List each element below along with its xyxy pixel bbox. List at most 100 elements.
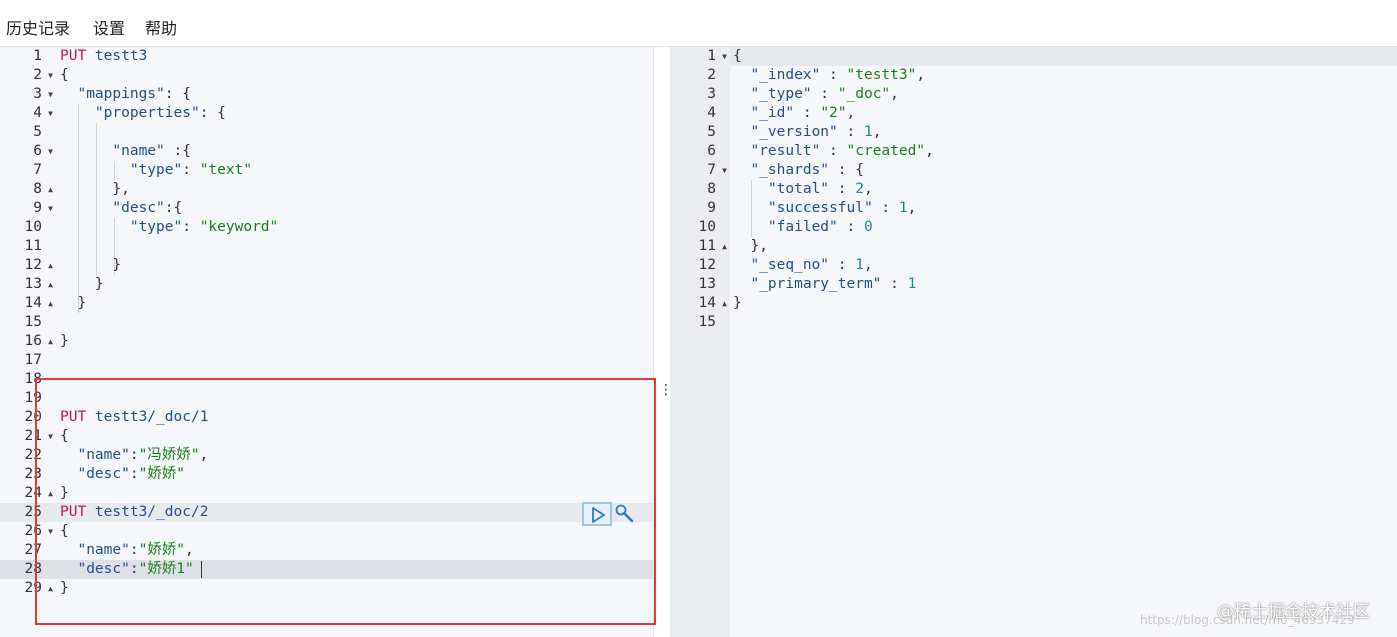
code-token: }, [60, 181, 130, 197]
code-token: : { [829, 162, 864, 178]
request-code-line[interactable]: "mappings": { [60, 85, 191, 104]
fold-up-icon[interactable]: ▲ [48, 332, 53, 351]
panel-divider[interactable]: ⋮ [653, 47, 673, 637]
request-code-line[interactable]: "desc":"娇娇" [60, 465, 185, 484]
request-line-number: 16 ▲ [0, 332, 56, 351]
request-code-line[interactable]: { [60, 66, 69, 85]
fold-down-icon[interactable]: ▼ [48, 66, 53, 85]
response-code[interactable]: { "_index" : "testt3", "_type" : "_doc",… [733, 47, 1397, 637]
response-code-line[interactable]: "result" : "created", [733, 142, 933, 161]
request-code[interactable]: PUT testt3{ "mappings": { "properties": … [60, 47, 653, 637]
line-number-text: 2 [33, 67, 42, 83]
request-line-number: 5 [0, 123, 56, 142]
menu-settings[interactable]: 设置 [93, 15, 125, 39]
request-code-line[interactable]: "name" :{ [60, 142, 191, 161]
code-token: 1 [907, 276, 917, 292]
response-code-line[interactable]: "_id" : "2", [733, 104, 855, 123]
code-token: , [890, 86, 899, 102]
response-code-line[interactable]: "_index" : "testt3", [733, 66, 925, 85]
request-code-line[interactable]: "type": "text" [60, 161, 252, 180]
response-line-number: 11 ▲ [670, 237, 730, 256]
run-request-button[interactable] [582, 502, 612, 526]
response-editor[interactable]: 1 ▼ 2 3 4 5 6 7 ▼ 8 9 10 11 ▲ 12 13 14 ▲ 15 { "_index" : "… [670, 47, 1397, 637]
request-code-line[interactable]: }, [60, 180, 130, 199]
request-line-number: 15 [0, 313, 56, 332]
line-number-text: 29 [24, 580, 42, 596]
code-token: : [129, 542, 139, 558]
request-code-line[interactable]: } [60, 275, 104, 294]
request-code-line[interactable]: } [60, 256, 121, 275]
response-code-line[interactable]: "total" : 2, [733, 180, 873, 199]
code-token: }, [733, 238, 768, 254]
line-number-text: 15 [24, 314, 42, 330]
request-code-line[interactable]: PUT testt3/_doc/1 [60, 408, 208, 427]
wrench-icon[interactable] [614, 503, 636, 525]
fold-down-icon[interactable]: ▼ [48, 522, 53, 541]
fold-up-icon[interactable]: ▲ [48, 275, 53, 294]
code-token: "_id" [733, 105, 795, 121]
fold-down-icon[interactable]: ▼ [722, 161, 727, 180]
line-number-text: 12 [24, 257, 42, 273]
response-code-line[interactable]: "_primary_term" : 1 [733, 275, 916, 294]
response-line-number: 14 ▲ [670, 294, 730, 313]
request-code-line[interactable]: PUT testt3/_doc/2 [60, 503, 208, 522]
code-token: 1 [898, 200, 908, 216]
fold-up-icon[interactable]: ▲ [48, 294, 53, 313]
line-number-text: 10 [698, 219, 716, 235]
response-code-line[interactable]: }, [733, 237, 768, 256]
request-code-line[interactable]: "type": "keyword" [60, 218, 278, 237]
fold-down-icon[interactable]: ▼ [48, 85, 53, 104]
request-code-line[interactable]: "name":"娇娇", [60, 541, 193, 560]
response-code-line[interactable]: "_seq_no" : 1, [733, 256, 872, 275]
menu-help[interactable]: 帮助 [145, 15, 177, 39]
request-line-number: 8 ▲ [0, 180, 56, 199]
response-code-line[interactable]: "successful" : 1, [733, 199, 916, 218]
fold-down-icon[interactable]: ▼ [722, 47, 727, 66]
fold-down-icon[interactable]: ▼ [48, 142, 53, 161]
request-code-line[interactable]: } [60, 579, 69, 598]
request-code-line[interactable]: "desc":{ [60, 199, 182, 218]
request-code-line[interactable]: { [60, 522, 69, 541]
line-number-text: 17 [24, 352, 42, 368]
response-code-line[interactable]: "_type" : "_doc", [733, 85, 899, 104]
request-code-line[interactable]: "desc":"娇娇1" [60, 560, 193, 579]
line-number-text: 6 [33, 143, 42, 159]
request-code-line[interactable]: } [60, 332, 69, 351]
fold-up-icon[interactable]: ▲ [48, 180, 53, 199]
request-code-line[interactable]: PUT testt3 [60, 47, 147, 66]
fold-down-icon[interactable]: ▼ [48, 104, 53, 123]
fold-down-icon[interactable]: ▼ [48, 427, 53, 446]
response-code-line[interactable]: "_version" : 1, [733, 123, 881, 142]
code-token: , [846, 105, 856, 121]
fold-down-icon[interactable]: ▼ [48, 199, 53, 218]
response-code-line[interactable]: { [733, 47, 742, 66]
code-token: "total" [733, 181, 830, 197]
fold-up-icon[interactable]: ▲ [722, 237, 727, 256]
request-editor[interactable]: 1 2 ▼ 3 ▼ 4 ▼ 5 6 ▼ 7 8 ▲ 9 ▼ 10 11 12 ▲ 13 ▲ 14 ▲ 15 16 ▲ 17 18 19 2… [0, 47, 653, 637]
response-code-line[interactable]: } [733, 294, 742, 313]
code-token: , [863, 181, 873, 197]
request-line-number: 13 ▲ [0, 275, 56, 294]
request-line-number: 21 ▼ [0, 427, 56, 446]
request-code-line[interactable]: "name":"冯娇娇", [60, 446, 208, 465]
menu-history[interactable]: 历史记录 [6, 15, 70, 39]
response-line-number: 15 [670, 313, 730, 332]
request-code-line[interactable]: "properties": { [60, 104, 226, 123]
response-code-line[interactable]: "failed" : 0 [733, 218, 873, 237]
request-code-line[interactable]: } [60, 294, 86, 313]
fold-up-icon[interactable]: ▲ [48, 484, 53, 503]
line-number-text: 3 [33, 86, 42, 102]
response-code-line[interactable]: "_shards" : { [733, 161, 864, 180]
code-token: } [60, 276, 104, 292]
fold-up-icon[interactable]: ▲ [48, 256, 53, 275]
request-code-line[interactable]: { [60, 427, 69, 446]
fold-up-icon[interactable]: ▲ [722, 294, 727, 313]
response-line-number: 8 [670, 180, 730, 199]
response-line-number: 1 ▼ [670, 47, 730, 66]
request-line-number: 17 [0, 351, 56, 370]
request-line-number: 6 ▼ [0, 142, 56, 161]
request-code-line[interactable]: } [60, 484, 69, 503]
code-token: 1 [855, 257, 864, 273]
fold-up-icon[interactable]: ▲ [48, 579, 53, 598]
code-token: "name" [60, 143, 165, 159]
